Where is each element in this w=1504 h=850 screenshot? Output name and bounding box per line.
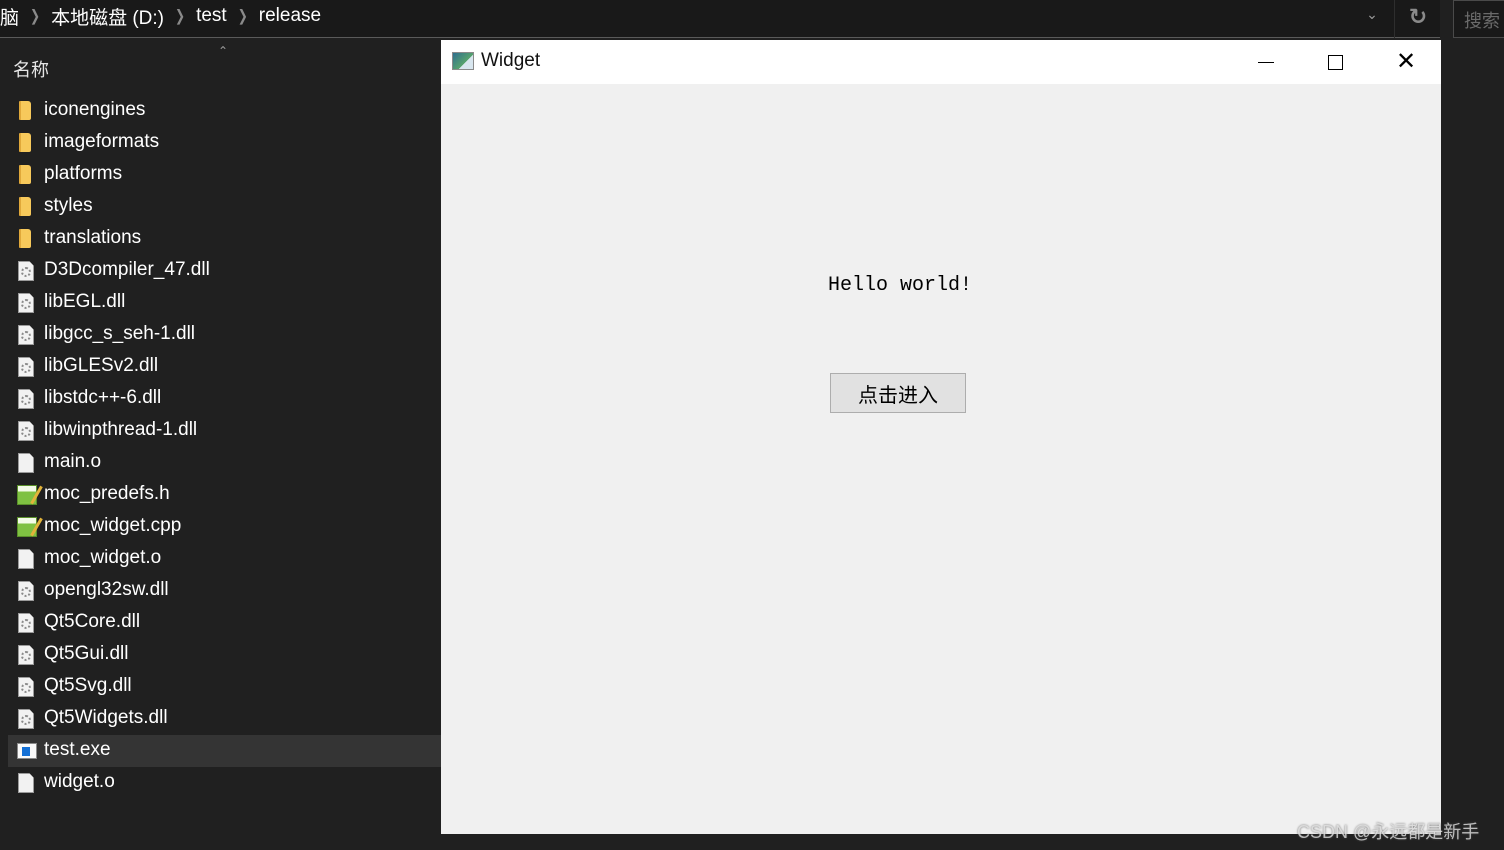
file-name: libEGL.dll xyxy=(44,291,126,312)
file-rows: iconengines imageformats platforms styles tr… xyxy=(8,95,441,799)
source-file-icon xyxy=(17,485,37,505)
file-name: libGLESv2.dll xyxy=(44,355,159,376)
file-name: libwinpthread-1.dll xyxy=(44,419,198,440)
breadcrumb-item[interactable]: 脑 xyxy=(0,3,19,30)
address-bar[interactable]: 脑 ❯ 本地磁盘 (D:) ❯ test ❯ release ⌄ ↻ xyxy=(0,0,1440,38)
file-name: Qt5Core.dll xyxy=(44,611,141,632)
file-row[interactable]: Qt5Svg.dll xyxy=(8,671,441,703)
file-row[interactable]: main.o xyxy=(8,447,441,479)
dll-file-icon xyxy=(17,293,37,313)
close-button[interactable]: ✕ xyxy=(1372,40,1440,84)
breadcrumb-item[interactable]: test xyxy=(196,5,227,27)
file-name: libgcc_s_seh-1.dll xyxy=(44,323,196,344)
file-name: main.o xyxy=(44,451,102,472)
minimize-icon xyxy=(1258,61,1274,63)
file-name: moc_widget.cpp xyxy=(44,515,182,536)
file-name: imageformats xyxy=(44,131,160,152)
chevron-right-icon[interactable]: ❯ xyxy=(30,7,40,25)
dll-file-icon xyxy=(17,421,37,441)
chevron-right-icon[interactable]: ❯ xyxy=(238,7,248,25)
file-name: Qt5Gui.dll xyxy=(44,643,129,664)
dll-file-icon xyxy=(17,709,37,729)
dll-file-icon xyxy=(17,677,37,697)
file-row[interactable]: libstdc++-6.dll xyxy=(8,383,441,415)
refresh-icon[interactable]: ↻ xyxy=(1404,4,1432,32)
folder-icon xyxy=(17,133,37,153)
window-title: Widget xyxy=(481,50,541,71)
close-icon: ✕ xyxy=(1395,48,1417,75)
dll-file-icon xyxy=(17,357,37,377)
folder-icon xyxy=(17,197,37,217)
file-row[interactable]: moc_predefs.h xyxy=(8,479,441,511)
dll-file-icon xyxy=(17,581,37,601)
minimize-button[interactable] xyxy=(1232,40,1300,84)
widget-window: Widget ✕ Hello world! 点击进入 xyxy=(441,40,1441,834)
folder-icon xyxy=(17,229,37,249)
breadcrumb-item[interactable]: release xyxy=(259,5,321,27)
maximize-button[interactable] xyxy=(1301,40,1369,84)
file-name: test.exe xyxy=(44,739,111,760)
file-row[interactable]: styles xyxy=(8,191,441,223)
blank-file-icon xyxy=(17,453,37,473)
column-header-name[interactable]: 名称 xyxy=(13,56,49,82)
chevron-down-icon[interactable]: ⌄ xyxy=(1358,6,1386,30)
app-icon xyxy=(452,52,474,70)
file-row[interactable]: Qt5Core.dll xyxy=(8,607,441,639)
file-name: moc_predefs.h xyxy=(44,483,170,504)
breadcrumb: 脑 ❯ 本地磁盘 (D:) ❯ test ❯ release xyxy=(0,3,321,30)
file-row[interactable]: test.exe xyxy=(8,735,441,767)
divider xyxy=(1394,0,1395,38)
file-row[interactable]: translations xyxy=(8,223,441,255)
file-name: translations xyxy=(44,227,142,248)
folder-icon xyxy=(17,101,37,121)
file-row[interactable]: libwinpthread-1.dll xyxy=(8,415,441,447)
file-row[interactable]: libEGL.dll xyxy=(8,287,441,319)
file-name: platforms xyxy=(44,163,123,184)
search-input[interactable]: 搜索 xyxy=(1453,0,1504,38)
file-list: ⌃ 名称 iconengines imageformats platforms sty… xyxy=(0,44,441,850)
file-row[interactable]: widget.o xyxy=(8,767,441,799)
hello-label: Hello world! xyxy=(828,274,973,297)
file-name: opengl32sw.dll xyxy=(44,579,169,600)
watermark: CSDN @永远都是新手 xyxy=(1297,822,1480,842)
file-row[interactable]: moc_widget.cpp xyxy=(8,511,441,543)
dll-file-icon xyxy=(17,325,37,345)
sort-ascending-icon: ⌃ xyxy=(218,44,229,58)
exe-file-icon xyxy=(17,741,37,761)
file-name: D3Dcompiler_47.dll xyxy=(44,259,210,280)
title-bar[interactable]: Widget ✕ xyxy=(441,40,1441,84)
dll-file-icon xyxy=(17,261,37,281)
file-row[interactable]: platforms xyxy=(8,159,441,191)
search-placeholder: 搜索 xyxy=(1464,11,1500,31)
maximize-icon xyxy=(1327,54,1343,70)
dll-file-icon xyxy=(17,389,37,409)
file-name: widget.o xyxy=(44,771,115,792)
dll-file-icon xyxy=(17,645,37,665)
file-row[interactable]: D3Dcompiler_47.dll xyxy=(8,255,441,287)
file-name: styles xyxy=(44,195,93,216)
file-row[interactable]: opengl32sw.dll xyxy=(8,575,441,607)
blank-file-icon xyxy=(17,549,37,569)
file-name: Qt5Widgets.dll xyxy=(44,707,168,728)
file-row[interactable]: libgcc_s_seh-1.dll xyxy=(8,319,441,351)
file-row[interactable]: libGLESv2.dll xyxy=(8,351,441,383)
breadcrumb-item[interactable]: 本地磁盘 (D:) xyxy=(51,3,164,30)
file-name: moc_widget.o xyxy=(44,547,162,568)
blank-file-icon xyxy=(17,773,37,793)
file-name: libstdc++-6.dll xyxy=(44,387,162,408)
folder-icon xyxy=(17,165,37,185)
file-row[interactable]: Qt5Widgets.dll xyxy=(8,703,441,735)
file-row[interactable]: imageformats xyxy=(8,127,441,159)
file-row[interactable]: iconengines xyxy=(8,95,441,127)
file-row[interactable]: moc_widget.o xyxy=(8,543,441,575)
source-file-icon xyxy=(17,517,37,537)
file-row[interactable]: Qt5Gui.dll xyxy=(8,639,441,671)
dll-file-icon xyxy=(17,613,37,633)
chevron-right-icon[interactable]: ❯ xyxy=(175,7,185,25)
file-name: Qt5Svg.dll xyxy=(44,675,132,696)
enter-button[interactable]: 点击进入 xyxy=(830,373,966,413)
file-name: iconengines xyxy=(44,99,146,120)
